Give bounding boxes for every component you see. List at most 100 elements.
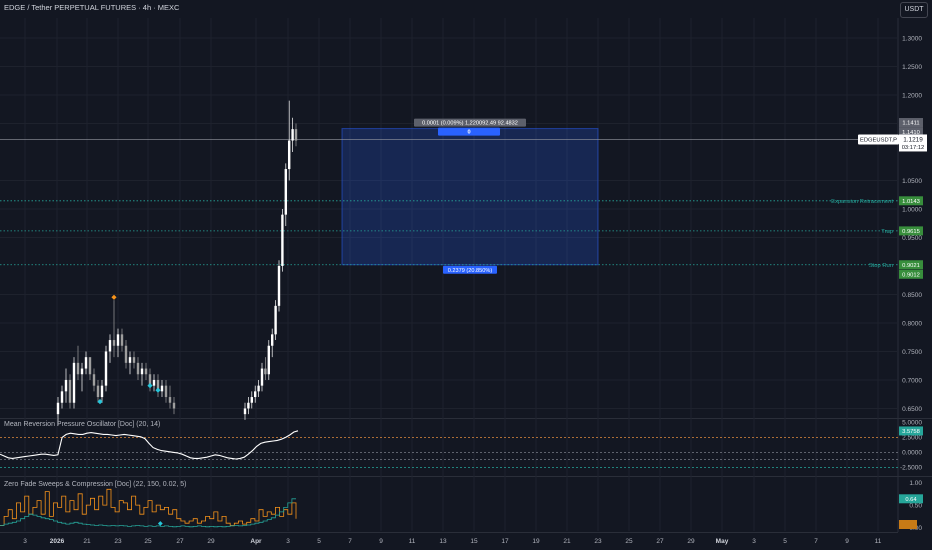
oscillator-title: Mean Reversion Pressure Oscillator [Doc]… <box>4 421 161 428</box>
x-tick-label: 15 <box>470 538 478 545</box>
candle-body <box>264 368 267 375</box>
candle-body <box>112 340 116 346</box>
x-tick-label: 7 <box>814 538 818 545</box>
candle-body <box>243 408 247 415</box>
measure-box <box>341 128 599 266</box>
chart-title: EDGE / Tether PERPETUAL FUTURES · 4h · M… <box>4 3 180 12</box>
candle-body <box>60 391 64 403</box>
y-tick-label: 1.2000 <box>902 92 922 99</box>
candle-body <box>247 402 250 409</box>
candle-body <box>281 214 284 266</box>
x-tick-label: 7 <box>348 538 352 545</box>
x-tick-label: 23 <box>114 538 122 545</box>
level-tag: 0.9021 <box>902 263 920 269</box>
candle-body <box>56 402 60 415</box>
candle-body <box>128 357 132 363</box>
symbol-tag: EDGEUSDT.P <box>860 138 897 144</box>
signal-marker <box>155 387 161 393</box>
level-name: Expansion Retracement <box>831 199 893 205</box>
candle-body <box>254 391 257 398</box>
candle-body <box>294 129 298 141</box>
y-tick-label: 0.7000 <box>902 377 922 384</box>
measure-bottom-label: 0.2379 (20.850%) <box>448 268 493 274</box>
x-tick-label: 17 <box>501 538 509 545</box>
y-tick-label: 1.2500 <box>902 64 922 71</box>
candle-body <box>92 374 96 386</box>
y-tick-label: 0.8000 <box>902 320 922 327</box>
x-tick-label: 3 <box>752 538 756 545</box>
zf-value-tag: 0.64 <box>905 497 917 503</box>
candle-body <box>172 402 176 409</box>
zf-orange-tag <box>899 520 917 529</box>
x-tick-label: 5 <box>783 538 787 545</box>
candle-body <box>68 379 72 403</box>
level-tag: 0.9615 <box>902 229 920 235</box>
candle-body <box>88 357 92 375</box>
x-tick-label: 29 <box>687 538 695 545</box>
candle-body <box>257 385 260 392</box>
level-name: Trap <box>881 229 893 235</box>
candle-body <box>72 362 76 403</box>
candle-body <box>144 368 148 375</box>
candle-body <box>274 305 277 335</box>
candle-body <box>84 357 88 369</box>
candle-body <box>277 265 281 306</box>
x-tick-label: 13 <box>439 538 447 545</box>
candle-body <box>80 368 84 375</box>
candle-body <box>164 385 168 398</box>
candle-body <box>100 385 104 398</box>
candle-body <box>260 368 264 386</box>
candle-body <box>250 397 253 403</box>
osc-y-tick: 2.5000 <box>902 435 922 442</box>
x-tick-label: 25 <box>625 538 633 545</box>
candle-body <box>284 169 287 215</box>
candle-body <box>140 368 144 375</box>
y-tick-label: 0.8500 <box>902 292 922 299</box>
candle-body <box>120 334 124 346</box>
x-tick-label: 19 <box>532 538 540 545</box>
price-tag: 1.1219 <box>903 136 923 143</box>
candle-body <box>288 140 291 170</box>
osc-value-tag: 3.5758 <box>902 429 920 435</box>
y-tick-label: 0.9500 <box>902 235 922 242</box>
x-tick-label: Apr <box>250 538 262 545</box>
candle-body <box>160 385 164 392</box>
candle-body <box>152 379 156 386</box>
zero-fade-title: Zero Fade Sweeps & Compression [Doc] (22… <box>4 481 187 488</box>
measure-top-label: 0.0001 (0.009%) 1,220092.49 92.4832 <box>422 121 518 127</box>
extra-tag: 0.9012 <box>902 272 920 278</box>
countdown-tag: 03:17:12 <box>902 145 925 151</box>
y-tick-label: 1.0500 <box>902 178 922 185</box>
zf-marker <box>157 521 163 526</box>
zf-y-tick: 1.00 <box>909 480 922 487</box>
osc-y-tick: 0.0000 <box>902 450 922 457</box>
x-tick-label: 27 <box>176 538 184 545</box>
chart-canvas[interactable]: 3 2026 21 23 25 27 29 Apr 3 5 7 9 11 13 15 17 19 21 23 25 27… <box>0 0 932 550</box>
currency-button[interactable]: USDT <box>900 2 928 18</box>
zf-y-tick: 0.50 <box>909 502 922 509</box>
y-tick-label: 0.7500 <box>902 349 922 356</box>
x-tick-label: 21 <box>563 538 571 545</box>
level-name: Stop Run <box>869 263 893 269</box>
x-tick-label: 9 <box>845 538 849 545</box>
x-tick-label: 27 <box>656 538 664 545</box>
candle-body <box>108 340 112 352</box>
x-tick-label: 21 <box>83 538 91 545</box>
candle-body <box>267 345 270 375</box>
x-tick-label: 29 <box>207 538 215 545</box>
x-tick-label: 9 <box>379 538 383 545</box>
candle-body <box>168 397 172 403</box>
osc-line <box>0 430 299 460</box>
candle-body <box>64 379 68 392</box>
measure-top-value: 0 <box>467 130 470 136</box>
x-tick-label: 3 <box>23 538 27 545</box>
osc-y-tick: 5.0000 <box>902 420 922 427</box>
x-tick-label: 2026 <box>50 538 65 545</box>
x-tick-label: May <box>716 538 729 545</box>
x-tick-label: 23 <box>594 538 602 545</box>
candle-body <box>116 334 120 346</box>
candle-body <box>136 362 140 375</box>
y-tick-label: 0.6500 <box>902 406 922 413</box>
osc-y-tick: -2.5000 <box>900 465 922 472</box>
candle-body <box>132 357 136 363</box>
